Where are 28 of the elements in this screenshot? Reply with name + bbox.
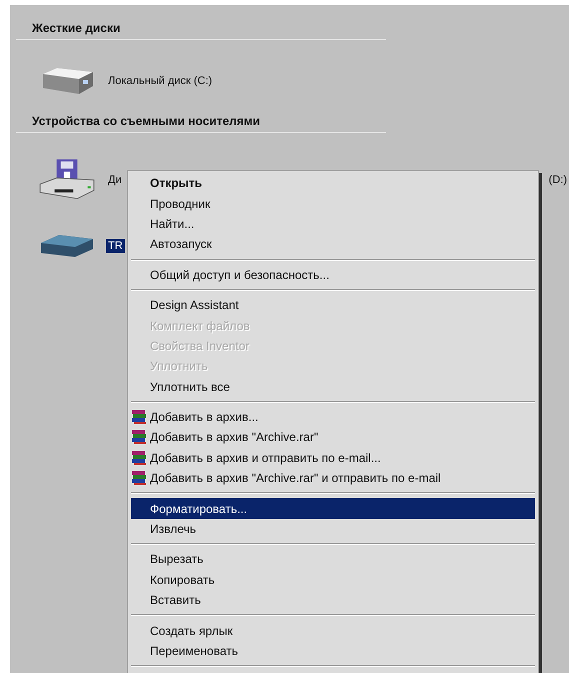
menu-item[interactable]: Переименовать bbox=[131, 640, 535, 662]
section-heading: Устройства со съемными носителями bbox=[32, 114, 262, 128]
menu-item[interactable]: Design Assistant bbox=[131, 294, 535, 316]
books-stack-icon bbox=[131, 470, 147, 486]
menu-item[interactable]: Открыть bbox=[131, 173, 535, 194]
menu-item[interactable]: Добавить в архив и отправить по e-mail... bbox=[131, 448, 535, 468]
menu-item[interactable]: Копировать bbox=[131, 570, 535, 590]
books-stack-icon bbox=[131, 450, 147, 466]
drive-label: (D:) bbox=[548, 174, 567, 186]
menu-item[interactable]: Автозапуск bbox=[131, 234, 535, 255]
menu-item[interactable]: Уплотнить все bbox=[131, 376, 535, 397]
menu-item[interactable]: Вырезать bbox=[131, 549, 535, 570]
section-heading: Жесткие диски bbox=[32, 21, 122, 35]
drive-label[interactable]: Локальный диск (C:) bbox=[106, 74, 214, 88]
menu-item[interactable]: Добавить в архив "Archive.rar" и отправить по e-mail bbox=[131, 468, 535, 488]
menu-item[interactable]: Общий доступ и безопасность... bbox=[131, 264, 535, 285]
menu-item[interactable]: Извлечь bbox=[131, 518, 535, 540]
menu-item[interactable]: Добавить в архив "Archive.rar" bbox=[131, 427, 535, 448]
drive-label[interactable]: TR bbox=[106, 239, 125, 253]
menu-item[interactable]: Найти... bbox=[131, 214, 535, 234]
books-stack-icon bbox=[131, 409, 147, 426]
menu-item[interactable]: Создать ярлык bbox=[131, 620, 535, 641]
menu-item[interactable]: Вставить bbox=[131, 590, 535, 610]
drive-label[interactable]: Ди bbox=[106, 173, 124, 187]
menu-item[interactable]: Проводник bbox=[131, 193, 535, 214]
menu-item[interactable]: Форматировать... bbox=[131, 498, 535, 519]
books-stack-icon bbox=[131, 429, 147, 446]
menu-item[interactable]: Добавить в архив... bbox=[131, 406, 535, 428]
